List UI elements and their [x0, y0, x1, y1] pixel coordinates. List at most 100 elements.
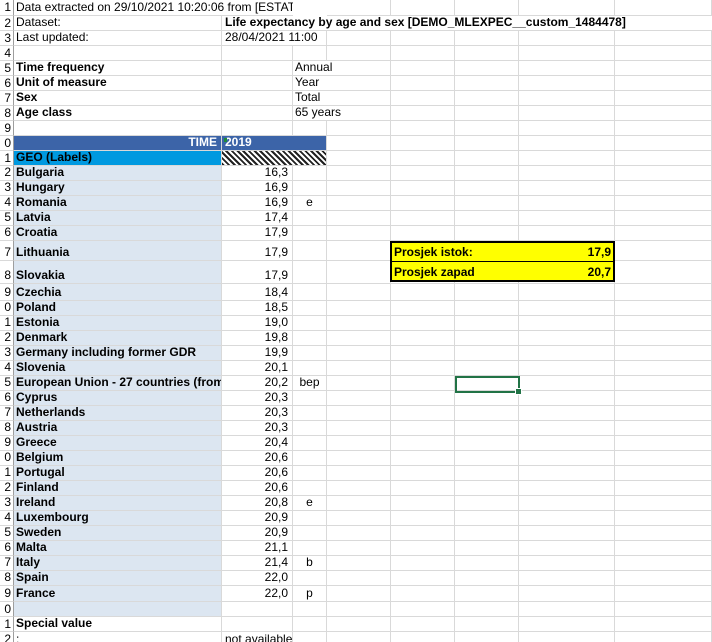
geo-cell[interactable]: Romania [14, 196, 222, 211]
empty-cell[interactable] [391, 301, 455, 316]
geo-cell[interactable]: European Union - 27 countries (from [14, 376, 222, 391]
row-header[interactable]: 9 [0, 284, 14, 301]
empty-cell[interactable] [519, 526, 615, 541]
empty-cell[interactable] [519, 586, 615, 602]
empty-cell[interactable] [391, 346, 455, 361]
param-label[interactable]: Time frequency [14, 61, 222, 76]
empty-cell[interactable] [615, 376, 712, 391]
value-cell[interactable]: 20,1 [222, 361, 293, 376]
geo-cell[interactable]: Ireland [14, 496, 222, 511]
row-header[interactable]: 3 [0, 346, 14, 361]
summary-east[interactable]: Prosjek istok: 17,9 [391, 242, 614, 262]
value-cell[interactable]: 20,6 [222, 451, 293, 466]
empty-cell[interactable] [327, 586, 391, 602]
geo-cell[interactable]: Croatia [14, 226, 222, 241]
empty-cell[interactable] [615, 511, 712, 526]
empty-cell[interactable] [615, 226, 712, 241]
empty-cell[interactable] [455, 301, 519, 316]
cell-dataset-value[interactable]: Life expectancy by age and sex [DEMO_MLE… [222, 16, 712, 31]
value-cell[interactable]: 19,9 [222, 346, 293, 361]
value-cell[interactable]: 17,9 [222, 226, 293, 241]
empty-cell[interactable] [327, 301, 391, 316]
flag-cell[interactable] [293, 406, 327, 421]
row-header[interactable]: 8 [0, 571, 14, 586]
row-header[interactable]: 0 [0, 301, 14, 316]
empty-cell[interactable] [615, 391, 712, 406]
row-header[interactable]: 3 [0, 496, 14, 511]
cell-empty[interactable] [14, 46, 222, 61]
empty-cell[interactable] [327, 261, 391, 284]
value-cell[interactable]: 22,0 [222, 571, 293, 586]
param-value[interactable]: 65 years [293, 106, 391, 121]
empty-cell[interactable] [391, 571, 455, 586]
value-cell[interactable]: 20,6 [222, 466, 293, 481]
row-header[interactable]: 2 [0, 166, 14, 181]
param-label[interactable]: Unit of measure [14, 76, 222, 91]
empty-cell[interactable] [519, 361, 615, 376]
geo-cell[interactable]: Belgium [14, 451, 222, 466]
row-header[interactable]: 1 [0, 617, 14, 632]
flag-cell[interactable] [293, 526, 327, 541]
empty-cell[interactable] [391, 376, 455, 391]
empty-cell[interactable] [615, 436, 712, 451]
empty-cell[interactable] [615, 571, 712, 586]
spreadsheet-grid[interactable]: 1 Data extracted on 29/10/2021 10:20:06 … [0, 0, 712, 642]
cell-updated-label[interactable]: Last updated: [14, 31, 222, 46]
geo-cell[interactable]: Sweden [14, 526, 222, 541]
param-label[interactable]: Sex [14, 91, 222, 106]
empty-cell[interactable] [391, 226, 455, 241]
geo-cell[interactable]: Malta [14, 541, 222, 556]
empty-cell[interactable] [455, 226, 519, 241]
empty-cell[interactable] [455, 421, 519, 436]
row-header[interactable]: 2 [0, 331, 14, 346]
geo-cell[interactable]: Czechia [14, 284, 222, 301]
param-value[interactable]: Year [293, 76, 391, 91]
value-cell[interactable]: 18,5 [222, 301, 293, 316]
cell-empty[interactable] [14, 602, 222, 617]
empty-cell[interactable] [519, 541, 615, 556]
empty-cell[interactable] [391, 586, 455, 602]
empty-cell[interactable] [519, 331, 615, 346]
value-cell[interactable]: 20,8 [222, 496, 293, 511]
empty-cell[interactable] [455, 466, 519, 481]
empty-cell[interactable] [519, 211, 615, 226]
empty-cell[interactable] [519, 301, 615, 316]
geo-cell[interactable]: Bulgaria [14, 166, 222, 181]
empty-cell[interactable] [327, 361, 391, 376]
row-header[interactable]: 6 [0, 541, 14, 556]
geo-cell[interactable]: Austria [14, 421, 222, 436]
value-cell[interactable]: 20,4 [222, 436, 293, 451]
param-value[interactable]: Annual [293, 61, 391, 76]
empty-cell[interactable] [327, 481, 391, 496]
value-cell[interactable]: 18,4 [222, 284, 293, 301]
empty-cell[interactable] [519, 376, 615, 391]
empty-cell[interactable] [615, 284, 712, 301]
empty-cell[interactable] [615, 541, 712, 556]
empty-cell[interactable] [455, 586, 519, 602]
geo-cell[interactable]: Slovenia [14, 361, 222, 376]
empty-cell[interactable] [391, 196, 455, 211]
cell-extracted[interactable]: Data extracted on 29/10/2021 10:20:06 fr… [14, 0, 293, 16]
flag-cell[interactable] [293, 451, 327, 466]
value-cell[interactable]: 19,0 [222, 316, 293, 331]
row-header[interactable]: 7 [0, 241, 14, 261]
geo-cell[interactable]: Lithuania [14, 241, 222, 261]
empty-cell[interactable] [519, 556, 615, 571]
value-cell[interactable]: 17,4 [222, 211, 293, 226]
row-header[interactable]: 2 [0, 632, 14, 642]
empty-cell[interactable] [615, 331, 712, 346]
empty-cell[interactable] [327, 196, 391, 211]
empty-cell[interactable] [455, 541, 519, 556]
empty-cell[interactable] [327, 541, 391, 556]
empty-cell[interactable] [327, 166, 391, 181]
param-value[interactable]: Total [293, 91, 391, 106]
empty-cell[interactable] [327, 451, 391, 466]
empty-cell[interactable] [455, 211, 519, 226]
empty-cell[interactable] [519, 571, 615, 586]
empty-cell[interactable] [519, 466, 615, 481]
row-header[interactable]: 3 [0, 181, 14, 196]
flag-cell[interactable] [293, 346, 327, 361]
value-cell[interactable]: 17,9 [222, 241, 293, 261]
empty-cell[interactable] [327, 526, 391, 541]
empty-cell[interactable] [615, 166, 712, 181]
